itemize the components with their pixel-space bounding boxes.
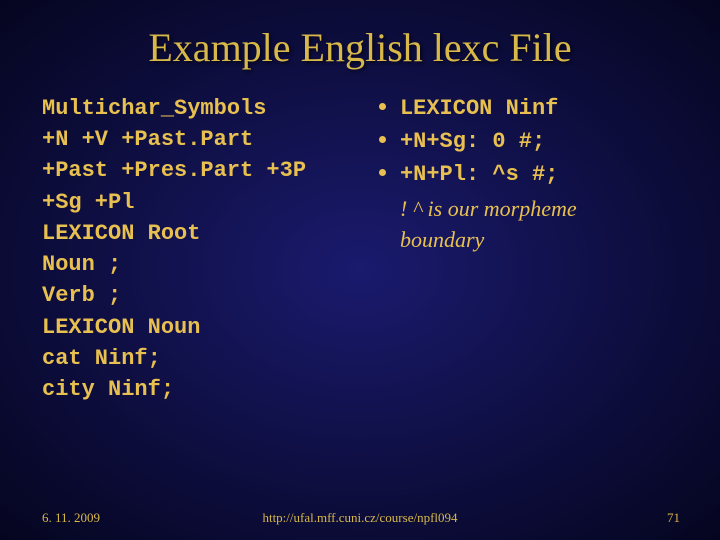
bullet-icon xyxy=(379,169,386,176)
code-line: city Ninf; xyxy=(42,374,379,405)
code-line: +N +V +Past.Part xyxy=(42,124,379,155)
code-line: cat Ninf; xyxy=(42,343,379,374)
bullet-text: +N+Sg: 0 #; xyxy=(400,126,545,157)
right-column: LEXICON Ninf +N+Sg: 0 #; +N+Pl: ^s #; ! … xyxy=(379,93,690,405)
code-line: Noun ; xyxy=(42,249,379,280)
bullet-text: +N+Pl: ^s #; xyxy=(400,159,558,190)
code-line: LEXICON Root xyxy=(42,218,379,249)
code-line: +Sg +Pl xyxy=(42,187,379,218)
code-line: Multichar_Symbols xyxy=(42,93,379,124)
bullet-item: LEXICON Ninf xyxy=(379,93,690,124)
bullet-text: LEXICON Ninf xyxy=(400,93,558,124)
slide-title: Example English lexc File xyxy=(0,0,720,83)
footer: 6. 11. 2009 http://ufal.mff.cuni.cz/cour… xyxy=(0,510,720,526)
comment-line: boundary xyxy=(400,224,690,255)
code-line: LEXICON Noun xyxy=(42,312,379,343)
code-line: Verb ; xyxy=(42,280,379,311)
footer-url: http://ufal.mff.cuni.cz/course/npfl094 xyxy=(0,510,720,526)
bullet-icon xyxy=(379,136,386,143)
bullet-icon xyxy=(379,103,386,110)
code-line: +Past +Pres.Part +3P xyxy=(42,155,379,186)
left-column: Multichar_Symbols +N +V +Past.Part +Past… xyxy=(42,93,379,405)
bullet-item: +N+Pl: ^s #; xyxy=(379,159,690,190)
comment-line: ! ^ is our morpheme xyxy=(400,193,690,224)
content-area: Multichar_Symbols +N +V +Past.Part +Past… xyxy=(0,83,720,405)
slide: Example English lexc File Multichar_Symb… xyxy=(0,0,720,540)
bullet-item: +N+Sg: 0 #; xyxy=(379,126,690,157)
